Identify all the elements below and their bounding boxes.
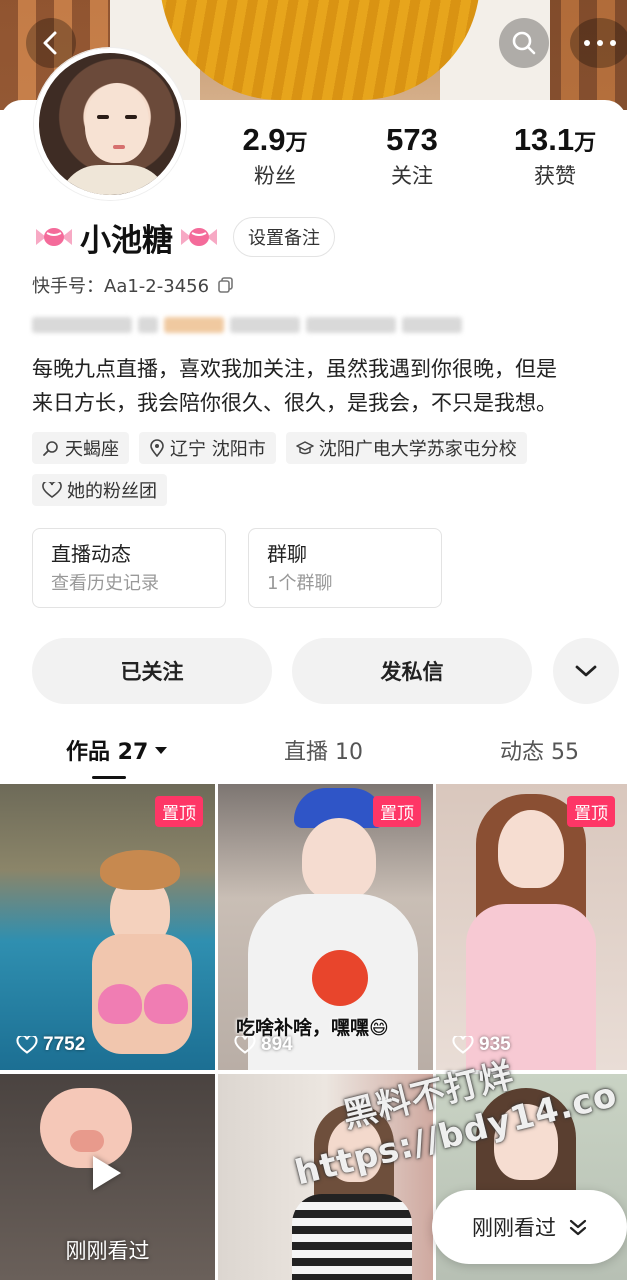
group-chat-title: 群聊 [267,542,307,566]
kuaishou-id: 快手号：Aa1-2-3456 [32,276,210,297]
feature-cards: 直播动态 查看历史记录 群聊 1个群聊 [32,528,442,608]
back-arrow-icon [43,31,57,55]
school-icon [295,441,314,455]
pinned-badge: 置顶 [155,796,203,827]
heart-outline-icon [42,482,62,498]
just-watched-label: 刚刚看过 [65,1239,150,1263]
tag-location: 辽宁 沈阳市 [139,432,276,464]
video-tile[interactable]: 刚刚看过 [0,1074,215,1280]
stat-fans-unit: 万 [285,130,308,155]
message-button[interactable]: 发私信 [292,638,532,704]
more-dots-icon [584,40,616,46]
active-tab-indicator [92,776,126,779]
tag-location-label: 辽宁 沈阳市 [170,439,266,460]
tag-zodiac-label: 天蝎座 [65,439,119,460]
group-chat-card[interactable]: 群聊 1个群聊 [248,528,442,608]
stat-following[interactable]: 573 关注 [357,122,467,191]
action-buttons: 已关注 发私信 [32,638,627,704]
stat-following-value: 573 [386,122,438,157]
play-icon [93,1156,121,1190]
name-row: 小池糖 设置备注 [32,214,335,260]
stat-likes-label: 获赞 [534,164,576,188]
stat-fans-value: 2.9 [242,122,286,157]
followed-button[interactable]: 已关注 [32,638,272,704]
search-icon [512,31,536,55]
recently-watched-label: 刚刚看过 [472,1216,556,1240]
avatar[interactable] [34,48,186,200]
caret-down-icon [155,747,168,754]
bio: 每晚九点直播，喜欢我加关注，虽然我遇到你很晚，但是 来日方长，我会陪你很久、很久… [32,352,622,420]
pinned-badge: 置顶 [373,796,421,827]
copy-icon[interactable] [217,276,235,294]
location-icon [150,439,164,457]
blurred-info-row [32,314,472,336]
video-likes: 7752 [16,1034,85,1056]
kuaishou-id-row: 快手号：Aa1-2-3456 [32,272,235,298]
more-button[interactable] [570,18,627,68]
tab-moments[interactable]: 动态 55 [500,730,579,770]
banner-sweater [160,0,480,100]
stat-following-label: 关注 [391,164,433,188]
live-history-subtitle: 查看历史记录 [51,573,159,594]
chevron-down-icon [575,665,597,677]
double-chevron-down-icon [569,1219,587,1236]
tab-works-label: 作品 27 [66,740,149,765]
stat-fans[interactable]: 2.9万 粉丝 [220,122,330,191]
tag-fan-group[interactable]: 她的粉丝团 [32,474,167,506]
zodiac-icon [43,441,58,456]
recently-watched-pill[interactable]: 刚刚看过 [432,1190,627,1264]
expand-button[interactable] [553,638,619,704]
stats-row: 2.9万 粉丝 573 关注 13.1万 获赞 [200,122,627,192]
candy-icon [181,228,217,246]
content-tabs: 作品 27 直播 10 动态 55 [0,730,627,782]
video-likes-count: 894 [261,1034,293,1055]
profile-name: 小池糖 [80,222,173,259]
profile-tags: 天蝎座 辽宁 沈阳市 沈阳广电大学苏家屯分校 她的粉丝团 [32,432,612,506]
heart-outline-icon [452,1036,474,1054]
stat-likes-value: 13.1 [513,122,575,157]
stat-likes[interactable]: 13.1万 获赞 [490,122,620,191]
set-remark-button[interactable]: 设置备注 [233,217,335,257]
stat-fans-label: 粉丝 [254,164,296,188]
tag-fan-group-label: 她的粉丝团 [67,481,157,502]
pinned-badge: 置顶 [567,796,615,827]
live-history-card[interactable]: 直播动态 查看历史记录 [32,528,226,608]
tag-school: 沈阳广电大学苏家屯分校 [285,432,527,464]
tag-zodiac: 天蝎座 [32,432,129,464]
tab-live[interactable]: 直播 10 [284,730,363,770]
video-likes-count: 7752 [43,1034,86,1055]
bio-line: 来日方长，我会陪你很久、很久，是我会，不只是我想。 [32,391,557,415]
search-button[interactable] [499,18,549,68]
heart-outline-icon [234,1036,256,1054]
bio-line: 每晚九点直播，喜欢我加关注，虽然我遇到你很晚，但是 [32,357,557,381]
video-tile[interactable]: 置顶 吃啥补啥，嘿嘿😄 894 [218,784,433,1070]
tag-school-label: 沈阳广电大学苏家屯分校 [318,439,517,460]
video-tile[interactable]: 置顶 935 [436,784,627,1070]
live-history-title: 直播动态 [51,542,131,566]
heart-outline-icon [16,1036,38,1054]
video-tile[interactable]: 置顶 7752 [0,784,215,1070]
tab-works[interactable]: 作品 27 [66,730,168,770]
stat-likes-unit: 万 [574,130,597,155]
video-likes: 894 [234,1034,293,1056]
video-likes: 935 [452,1034,511,1056]
group-chat-subtitle: 1个群聊 [267,573,333,594]
candy-icon [36,228,72,246]
